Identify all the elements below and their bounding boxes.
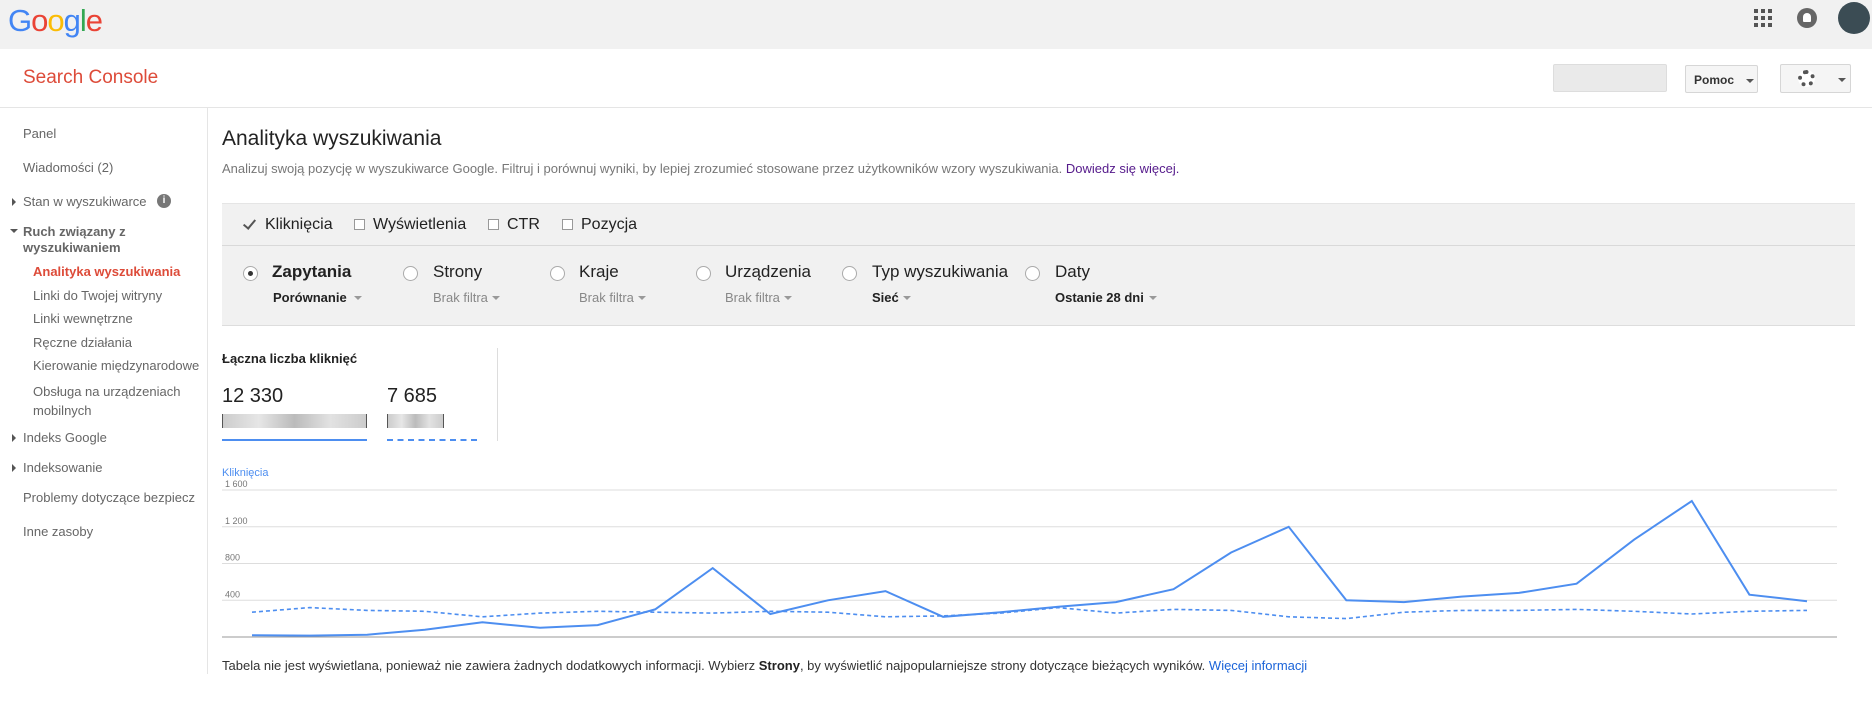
chevron-down-icon[interactable] — [354, 296, 362, 300]
help-label: Pomoc — [1694, 73, 1735, 87]
pages-radio[interactable] — [403, 266, 418, 281]
sidebar-item-other[interactable]: Inne zasoby — [23, 524, 93, 540]
countries-radio[interactable] — [550, 266, 565, 281]
redacted-range-label — [222, 414, 367, 428]
help-button[interactable]: Pomoc — [1685, 65, 1758, 93]
y-tick-label: 1 600 — [225, 480, 248, 489]
header-divider — [0, 107, 1872, 108]
page-title: Analityka wyszukiwania — [222, 127, 442, 150]
chevron-down-icon[interactable] — [784, 296, 792, 300]
property-selector-button[interactable] — [1553, 64, 1667, 92]
impressions-checkbox[interactable] — [354, 219, 365, 230]
chevron-down-icon[interactable] — [638, 296, 646, 300]
chevron-down-icon[interactable] — [903, 296, 911, 300]
apps-grid-icon[interactable] — [1754, 9, 1772, 27]
info-icon[interactable]: i — [157, 194, 171, 208]
google-bar: Google — [0, 0, 1872, 49]
sidebar-item-search-status[interactable]: Stan w wyszukiwarce — [23, 194, 147, 210]
page-description: Analizuj swoją pozycję w wyszukiwarce Go… — [222, 161, 1180, 176]
total-clicks-value-b: 7 685 — [387, 385, 438, 407]
dimension-devices[interactable]: Urządzenia — [725, 262, 811, 282]
expand-arrow-icon[interactable] — [12, 198, 16, 206]
pages-filter[interactable]: Brak filtra — [433, 290, 488, 305]
metric-impressions[interactable]: Wyświetlenia — [373, 216, 466, 234]
queries-radio[interactable] — [243, 266, 258, 281]
expand-arrow-icon[interactable] — [12, 434, 16, 442]
google-logo[interactable]: Google — [8, 3, 103, 39]
series-dashed-indicator — [387, 439, 477, 441]
queries-filter[interactable]: Porównanie — [273, 290, 347, 305]
dimension-pages[interactable]: Strony — [433, 262, 482, 282]
more-info-link[interactable]: Więcej informacji — [1209, 658, 1307, 673]
metric-clicks[interactable]: Kliknięcia — [265, 216, 333, 234]
learn-more-link[interactable]: Dowiedz się więcej. — [1066, 161, 1179, 176]
sidebar-item-crawl[interactable]: Indeksowanie — [23, 460, 103, 476]
sidebar-item-mobile[interactable]: Obsługa na urządzeniach mobilnych — [33, 382, 193, 420]
sidebar-item-panel[interactable]: Panel — [23, 126, 56, 142]
dimension-dates[interactable]: Daty — [1055, 262, 1090, 282]
redacted-range-label — [387, 414, 444, 428]
dates-radio[interactable] — [1025, 266, 1040, 281]
series-solid-line — [251, 499, 1808, 637]
ctr-checkbox[interactable] — [488, 219, 499, 230]
devices-radio[interactable] — [696, 266, 711, 281]
total-clicks-title: Łączna liczba kliknięć — [222, 351, 358, 366]
chevron-down-icon — [1746, 79, 1754, 83]
dates-filter[interactable]: Ostanie 28 dni — [1055, 290, 1144, 305]
metric-ctr[interactable]: CTR — [507, 216, 540, 234]
search-type-filter[interactable]: Sieć — [872, 290, 899, 305]
y-tick-label: 400 — [225, 589, 240, 599]
settings-button[interactable] — [1780, 64, 1851, 93]
series-solid-indicator — [222, 439, 367, 441]
dimension-countries[interactable]: Kraje — [579, 262, 619, 282]
countries-filter[interactable]: Brak filtra — [579, 290, 634, 305]
sidebar-item-google-index[interactable]: Indeks Google — [23, 430, 107, 446]
console-title[interactable]: Search Console — [23, 67, 158, 89]
total-clicks-value-a: 12 330 — [222, 385, 284, 407]
dimension-search-type[interactable]: Typ wyszukiwania — [872, 262, 1008, 282]
sidebar-item-manual-actions[interactable]: Ręczne działania — [33, 335, 132, 351]
gear-icon — [1798, 70, 1815, 87]
collapse-arrow-icon[interactable] — [10, 229, 18, 233]
metrics-bar — [222, 203, 1855, 246]
dimension-queries[interactable]: Zapytania — [272, 262, 351, 282]
metric-position[interactable]: Pozycja — [581, 216, 637, 234]
sidebar-item-international[interactable]: Kierowanie międzynarodowe — [33, 358, 199, 374]
chevron-down-icon — [1838, 78, 1846, 82]
search-type-radio[interactable] — [842, 266, 857, 281]
clicks-line-chart: 1 600 1 200 800 400 — [222, 480, 1837, 638]
sidebar-item-search-traffic[interactable]: Ruch związany z wyszukiwaniem — [23, 224, 173, 256]
y-tick-label: 800 — [225, 553, 240, 563]
devices-filter[interactable]: Brak filtra — [725, 290, 780, 305]
sidebar-item-search-analytics[interactable]: Analityka wyszukiwania — [33, 264, 180, 280]
totals-divider — [497, 348, 498, 441]
sidebar-item-links-to-site[interactable]: Linki do Twojej witryny — [33, 288, 162, 304]
expand-arrow-icon[interactable] — [12, 464, 16, 472]
table-note: Tabela nie jest wyświetlana, ponieważ ni… — [222, 658, 1308, 673]
chart-title: Kliknięcia — [222, 467, 269, 479]
sidebar-item-internal-links[interactable]: Linki wewnętrzne — [33, 311, 133, 327]
notifications-bell-icon[interactable] — [1797, 8, 1817, 28]
y-tick-label: 1 200 — [225, 516, 248, 526]
avatar[interactable] — [1838, 2, 1870, 34]
sidebar-item-security[interactable]: Problemy dotyczące bezpiecz — [23, 490, 195, 506]
chevron-down-icon[interactable] — [492, 296, 500, 300]
chevron-down-icon[interactable] — [1149, 296, 1157, 300]
sidebar-item-messages[interactable]: Wiadomości (2) — [23, 160, 113, 176]
dimension-filter-bar — [222, 246, 1855, 326]
position-checkbox[interactable] — [562, 219, 573, 230]
